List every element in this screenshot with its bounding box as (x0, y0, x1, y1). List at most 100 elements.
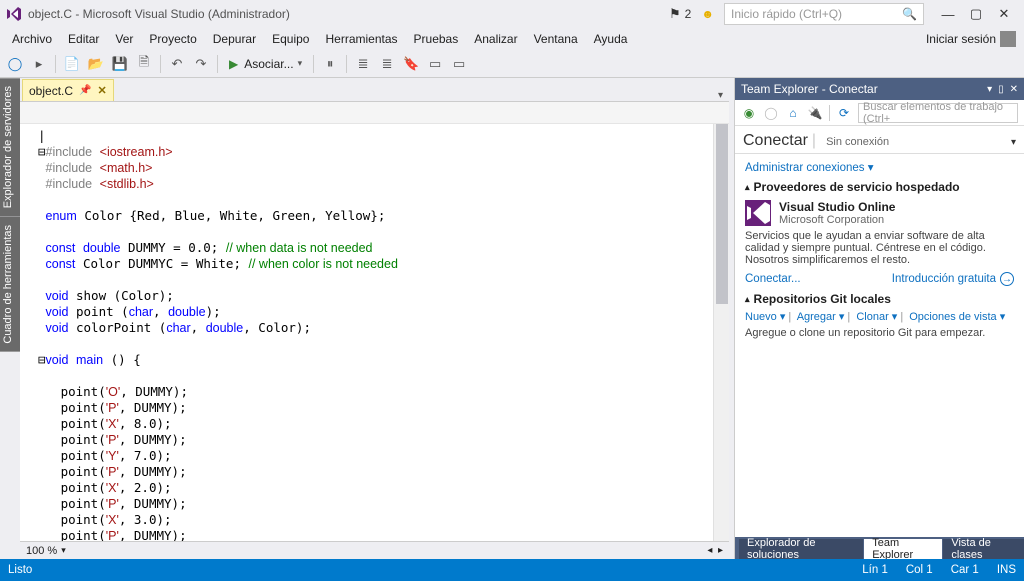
nav-fwd-button[interactable]: ▸ (28, 53, 50, 75)
smiley-icon: ☻ (701, 7, 714, 21)
quick-launch-input[interactable]: Inicio rápido (Ctrl+Q) 🔍 (724, 3, 924, 25)
flag-icon: ⚑ (669, 6, 681, 22)
open-button[interactable]: 📂 (85, 53, 107, 75)
chevron-down-icon: ▾ (298, 58, 303, 69)
well-server-explorer[interactable]: Explorador de servidores (0, 78, 20, 216)
forward-icon[interactable]: ◯ (763, 105, 779, 121)
back-icon[interactable]: ◉ (741, 105, 757, 121)
team-explorer-search[interactable]: Buscar elementos de trabajo (Ctrl+ (858, 103, 1018, 123)
close-panel-icon[interactable]: ✕ (1010, 84, 1018, 95)
menu-ver[interactable]: Ver (107, 30, 141, 48)
team-explorer-body: Administrar conexiones ▾ ▴Proveedores de… (735, 154, 1024, 537)
menubar: Archivo Editar Ver Proyecto Depurar Equi… (0, 28, 1024, 50)
git-repos-section[interactable]: ▴Repositorios Git locales (745, 292, 1014, 306)
close-tab-icon[interactable]: ✕ (97, 84, 106, 97)
git-links: Nuevo ▾| Agregar ▾| Clonar ▾| Opciones d… (745, 310, 1014, 323)
git-hint: Agregue o clone un repositorio Git para … (745, 327, 1014, 339)
manage-connections-link[interactable]: Administrar conexiones ▾ (745, 162, 874, 174)
well-toolbox[interactable]: Cuadro de herramientas (0, 217, 20, 352)
doctab-label: object.C (29, 84, 73, 98)
statusbar: Listo Lín 1 Col 1 Car 1 INS (0, 559, 1024, 581)
refresh-icon[interactable]: ⟳ (836, 105, 852, 121)
intro-link[interactable]: Introducción gratuita → (892, 272, 1014, 286)
left-dock: Explorador de servidores Cuadro de herra… (0, 78, 20, 559)
nav-back-button[interactable]: ◯ (4, 53, 26, 75)
menu-pruebas[interactable]: Pruebas (406, 30, 467, 48)
menu-analizar[interactable]: Analizar (466, 30, 525, 48)
tb-extra2[interactable]: ▭ (448, 53, 470, 75)
play-icon: ▶ (229, 57, 238, 71)
save-all-button[interactable]: 🗎 (133, 53, 155, 75)
tabs-overflow-button[interactable]: ▾ (712, 90, 729, 101)
visual-studio-icon (6, 6, 22, 22)
navigation-bar[interactable] (20, 102, 729, 124)
break-button[interactable]: ⏸ (319, 53, 341, 75)
vso-item[interactable]: Visual Studio Online Microsoft Corporati… (745, 200, 1014, 226)
menu-equipo[interactable]: Equipo (264, 30, 317, 48)
team-explorer-header[interactable]: Conectar | Sin conexión ▾ (735, 126, 1024, 154)
status-car: Car 1 (951, 564, 979, 576)
uncomment-button[interactable]: ≣ (376, 53, 398, 75)
vso-description: Servicios que le ayudan a enviar softwar… (745, 230, 1014, 266)
home-icon[interactable]: ⌂ (785, 105, 801, 121)
bookmark-button[interactable]: 🔖 (400, 53, 422, 75)
status-ready: Listo (8, 564, 32, 576)
team-explorer-panel: Team Explorer - Conectar ▾ ▯ ✕ ◉ ◯ ⌂ 🔌 ⟳… (734, 78, 1024, 559)
titlebar: object.C - Microsoft Visual Studio (Admi… (0, 0, 1024, 28)
window-title: object.C - Microsoft Visual Studio (Admi… (28, 7, 290, 21)
menu-archivo[interactable]: Archivo (4, 30, 60, 48)
team-explorer-toolbar: ◉ ◯ ⌂ 🔌 ⟳ Buscar elementos de trabajo (C… (735, 100, 1024, 126)
menu-editar[interactable]: Editar (60, 30, 107, 48)
hosted-providers-section[interactable]: ▴Proveedores de servicio hospedado (745, 180, 1014, 194)
start-debug-button[interactable]: ▶ Asociar... ▾ (223, 53, 308, 75)
code-content[interactable]: | ⊟#include <iostream.h> #include <math.… (32, 124, 729, 541)
document-tabs: object.C 📌 ✕ ▾ (20, 78, 729, 102)
code-editor[interactable]: | ⊟#include <iostream.h> #include <math.… (20, 124, 729, 541)
status-line: Lín 1 (862, 564, 888, 576)
visual-studio-icon (745, 200, 771, 226)
pin-icon[interactable]: 📌 (79, 85, 91, 96)
main-area: Explorador de servidores Cuadro de herra… (0, 78, 1024, 559)
zoom-control[interactable]: 100 % ▾ ◂ ▸ (20, 541, 729, 559)
new-file-button[interactable]: 📄 (61, 53, 83, 75)
restore-button[interactable]: ▢ (962, 4, 990, 24)
avatar-icon[interactable] (1000, 31, 1016, 47)
menu-herramientas[interactable]: Herramientas (317, 30, 405, 48)
search-icon: 🔍 (902, 7, 917, 21)
git-add-link[interactable]: Agregar ▾ (797, 311, 845, 323)
minimize-button[interactable]: — (934, 4, 962, 24)
git-view-options-link[interactable]: Opciones de vista ▾ (909, 311, 1005, 323)
document-area: object.C 📌 ✕ ▾ | ⊟#include <iostream.h> … (20, 78, 729, 559)
arrow-right-icon: → (1000, 272, 1014, 286)
menu-ayuda[interactable]: Ayuda (586, 30, 636, 48)
git-clone-link[interactable]: Clonar ▾ (856, 311, 897, 323)
status-col: Col 1 (906, 564, 933, 576)
undo-button[interactable]: ↶ (166, 53, 188, 75)
team-explorer-title: Team Explorer - Conectar ▾ ▯ ✕ (735, 78, 1024, 100)
panel-tabs: Explorador de soluciones Team Explorer V… (735, 537, 1024, 559)
redo-button[interactable]: ↷ (190, 53, 212, 75)
scrollbar-vertical[interactable] (713, 124, 729, 541)
dropdown-icon[interactable]: ▾ (987, 84, 992, 95)
notifications-indicator[interactable]: ⚑ 2 ☻ (669, 6, 714, 22)
sign-in-link[interactable]: Iniciar sesión (926, 32, 996, 46)
chevron-down-icon: ▾ (61, 545, 66, 556)
tab-solution-explorer[interactable]: Explorador de soluciones (739, 539, 863, 559)
menu-proyecto[interactable]: Proyecto (141, 30, 204, 48)
chevron-down-icon: ▾ (1011, 137, 1016, 148)
pin-icon[interactable]: ▯ (998, 84, 1004, 95)
comment-button[interactable]: ≣ (352, 53, 374, 75)
save-button[interactable]: 💾 (109, 53, 131, 75)
toolbar: ◯ ▸ 📄 📂 💾 🗎 ↶ ↷ ▶ Asociar... ▾ ⏸ ≣ ≣ 🔖 ▭… (0, 50, 1024, 78)
git-new-link[interactable]: Nuevo ▾ (745, 311, 785, 323)
doctab-objectc[interactable]: object.C 📌 ✕ (22, 79, 114, 101)
menu-depurar[interactable]: Depurar (205, 30, 264, 48)
tab-class-view[interactable]: Vista de clases (943, 539, 1024, 559)
status-ins: INS (997, 564, 1016, 576)
menu-ventana[interactable]: Ventana (526, 30, 586, 48)
connect-icon[interactable]: 🔌 (807, 105, 823, 121)
tb-extra1[interactable]: ▭ (424, 53, 446, 75)
close-button[interactable]: ✕ (990, 4, 1018, 24)
connect-link[interactable]: Conectar... (745, 273, 801, 285)
tab-team-explorer[interactable]: Team Explorer (864, 539, 942, 559)
